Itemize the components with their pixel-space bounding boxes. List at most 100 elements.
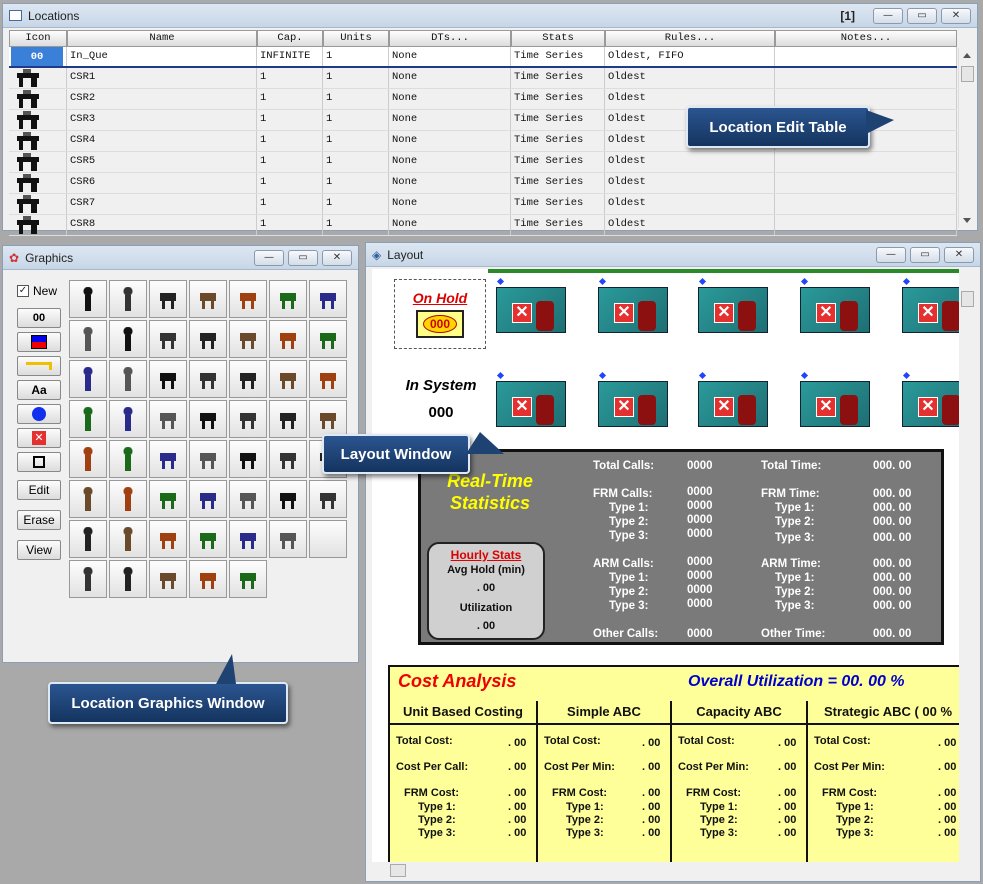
cell-dts[interactable]: None (389, 68, 511, 88)
col-header-dts[interactable]: DTs... (389, 30, 511, 47)
cell-stats[interactable]: Time Series (511, 110, 605, 130)
cell-dts[interactable]: None (389, 47, 511, 66)
cell-stats[interactable]: Time Series (511, 68, 605, 88)
cell-cap[interactable]: 1 (257, 215, 323, 235)
cell-dts[interactable]: None (389, 215, 511, 235)
graphic-tile[interactable] (109, 440, 147, 478)
scroll-down-arrow[interactable] (963, 218, 971, 223)
graphic-tile[interactable] (69, 520, 107, 558)
csr-workstation[interactable]: ✕ (694, 371, 772, 435)
graphic-tile[interactable] (149, 520, 187, 558)
cell-dts[interactable]: None (389, 131, 511, 151)
cell-notes[interactable] (775, 47, 957, 66)
scroll-thumb[interactable] (961, 66, 974, 82)
gauge-tool-button[interactable] (17, 332, 61, 352)
graphic-tile[interactable] (69, 320, 107, 358)
cell-notes[interactable] (775, 152, 957, 172)
cell-icon[interactable] (9, 110, 67, 130)
graphic-tile[interactable] (69, 400, 107, 438)
cell-dts[interactable]: None (389, 110, 511, 130)
csr-workstation[interactable]: ✕ (898, 277, 960, 341)
minimize-button[interactable]: — (254, 249, 284, 266)
cell-icon[interactable] (9, 152, 67, 172)
graphic-tile[interactable] (269, 360, 307, 398)
cell-cap[interactable]: 1 (257, 152, 323, 172)
edit-button[interactable]: Edit (17, 480, 61, 500)
graphic-tile[interactable] (109, 520, 147, 558)
graphic-tile[interactable] (269, 320, 307, 358)
csr-workstation[interactable]: ✕ (694, 277, 772, 341)
new-checkbox[interactable]: ✓ New (17, 284, 65, 298)
locations-scrollbar[interactable] (958, 48, 975, 228)
cell-dts[interactable]: None (389, 152, 511, 172)
cell-name[interactable]: CSR6 (67, 173, 257, 193)
cell-rules[interactable]: Oldest (605, 173, 775, 193)
csr-workstation[interactable]: ✕ (898, 371, 960, 435)
cell-notes[interactable] (775, 215, 957, 235)
graphic-tile[interactable] (109, 480, 147, 518)
graphic-tile[interactable] (229, 280, 267, 318)
graphic-tile[interactable] (69, 280, 107, 318)
cell-name[interactable]: CSR4 (67, 131, 257, 151)
erase-button[interactable]: Erase (17, 510, 61, 530)
maximize-button[interactable]: ▭ (907, 7, 937, 24)
conveyor-tool-button[interactable] (17, 356, 61, 376)
graphic-tile[interactable] (309, 400, 347, 438)
csr-workstation[interactable]: ✕ (796, 277, 874, 341)
cell-notes[interactable] (775, 173, 957, 193)
cell-units[interactable]: 1 (323, 110, 389, 130)
cell-icon[interactable] (9, 215, 67, 235)
table-row[interactable]: CSR8 1 1 None Time Series Oldest (9, 215, 957, 236)
cell-cap[interactable]: 1 (257, 173, 323, 193)
close-button[interactable]: ✕ (322, 249, 352, 266)
graphic-tile[interactable] (69, 560, 107, 598)
cell-cap[interactable]: 1 (257, 110, 323, 130)
graphic-tile[interactable] (229, 440, 267, 478)
col-header-name[interactable]: Name (67, 30, 257, 47)
cell-icon[interactable] (9, 173, 67, 193)
graphic-tile[interactable] (149, 560, 187, 598)
label-tool-button[interactable]: Aa (17, 380, 61, 400)
graphic-tile[interactable] (269, 520, 307, 558)
cell-name[interactable]: CSR5 (67, 152, 257, 172)
graphic-tile[interactable] (109, 560, 147, 598)
cell-dts[interactable]: None (389, 173, 511, 193)
cell-rules[interactable]: Oldest, FIFO (605, 47, 775, 66)
cell-stats[interactable]: Time Series (511, 131, 605, 151)
cell-notes[interactable] (775, 68, 957, 88)
graphic-tile[interactable] (269, 400, 307, 438)
table-row[interactable]: 00 In_Que INFINITE 1 None Time Series Oldest, … (9, 47, 957, 68)
graphic-tile[interactable] (229, 360, 267, 398)
region-tool-button[interactable] (17, 452, 61, 472)
graphic-tile[interactable] (309, 480, 347, 518)
graphic-tile[interactable] (309, 320, 347, 358)
graphic-tile[interactable] (149, 320, 187, 358)
cell-units[interactable]: 1 (323, 173, 389, 193)
layout-vertical-scrollbar[interactable] (959, 269, 976, 863)
counter-tool-button[interactable]: 00 (17, 308, 61, 328)
cell-icon[interactable] (9, 194, 67, 214)
graphic-tile[interactable] (189, 280, 227, 318)
graphic-tile[interactable] (149, 480, 187, 518)
cell-icon[interactable] (9, 68, 67, 88)
col-header-rules[interactable]: Rules... (605, 30, 775, 47)
graphic-tile[interactable] (189, 360, 227, 398)
graphic-tile[interactable] (69, 440, 107, 478)
csr-workstation[interactable]: ✕ (492, 371, 570, 435)
cell-icon[interactable] (9, 131, 67, 151)
cell-stats[interactable]: Time Series (511, 89, 605, 109)
cell-rules[interactable]: Oldest (605, 194, 775, 214)
graphic-tile[interactable] (229, 480, 267, 518)
cell-name[interactable]: CSR2 (67, 89, 257, 109)
csr-workstation[interactable]: ✕ (594, 277, 672, 341)
cell-stats[interactable]: Time Series (511, 173, 605, 193)
table-row[interactable]: CSR5 1 1 None Time Series Oldest (9, 152, 957, 173)
col-header-stats[interactable]: Stats (511, 30, 605, 47)
cell-dts[interactable]: None (389, 89, 511, 109)
col-header-units[interactable]: Units (323, 30, 389, 47)
graphic-tile[interactable] (149, 360, 187, 398)
cell-units[interactable]: 1 (323, 89, 389, 109)
cell-cap[interactable]: 1 (257, 131, 323, 151)
scroll-up-arrow[interactable] (963, 53, 971, 58)
cell-rules[interactable]: Oldest (605, 68, 775, 88)
